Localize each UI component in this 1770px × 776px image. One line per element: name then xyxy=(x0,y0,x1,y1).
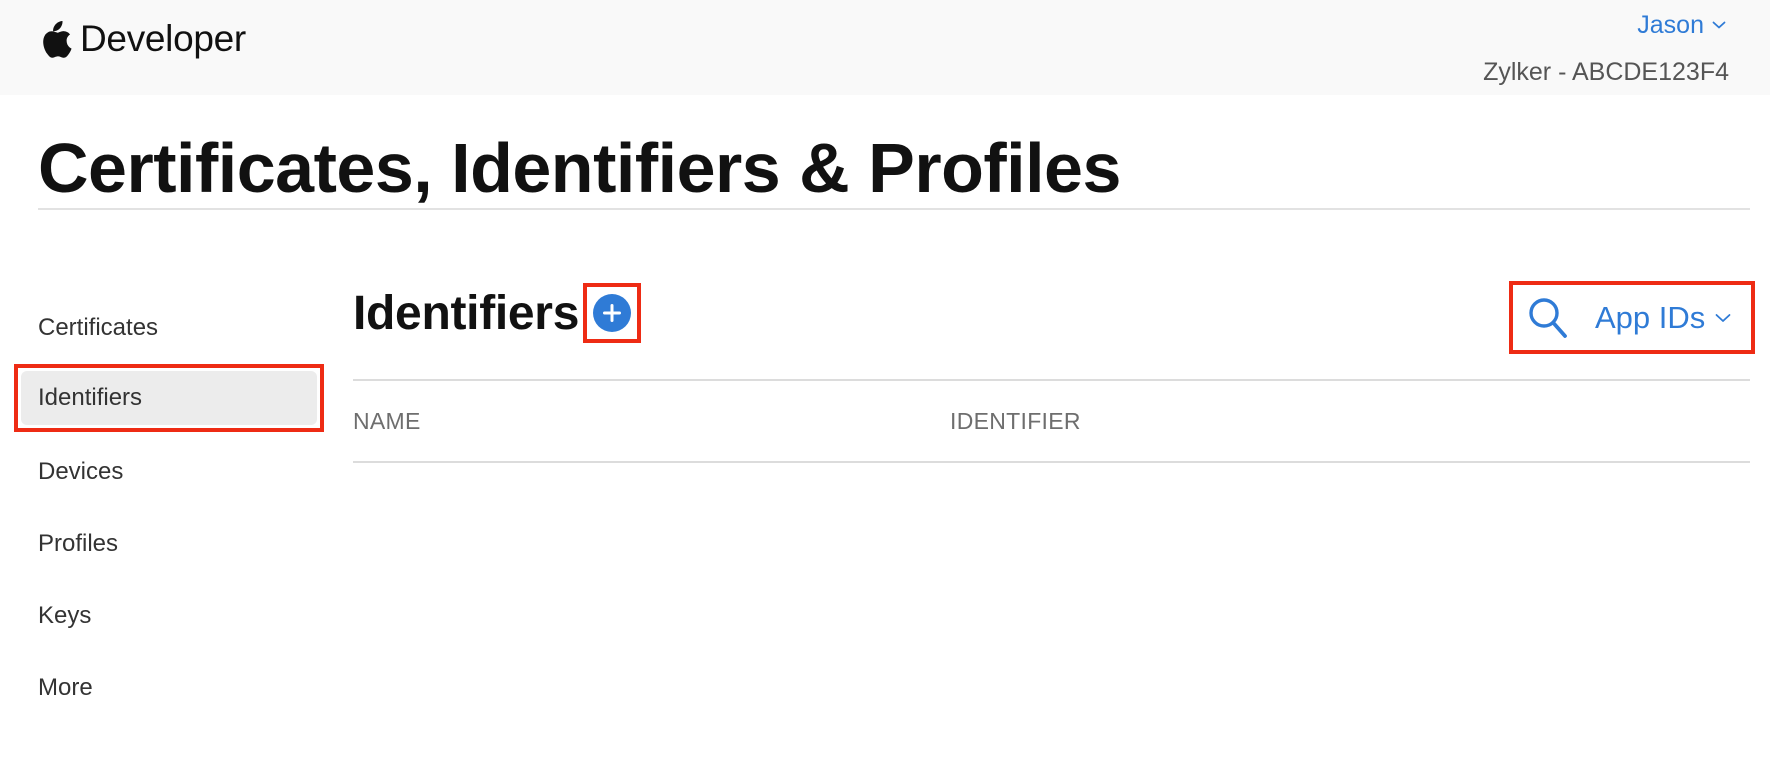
search-icon[interactable] xyxy=(1527,296,1569,340)
add-identifier-button[interactable] xyxy=(593,294,632,332)
plus-circle-icon xyxy=(603,304,622,322)
sidebar-item-certificates[interactable]: Certificates xyxy=(14,292,324,364)
page-title: Certificates, Identifiers & Profiles xyxy=(38,129,1121,207)
chevron-down-icon xyxy=(1712,21,1726,29)
team-name: Zylker - ABCDE123F4 xyxy=(1483,58,1729,86)
identifier-type-select[interactable]: App IDs xyxy=(1595,300,1731,336)
account-menu: Jason Zylker - ABCDE123F4 xyxy=(1483,10,1729,87)
column-header-name[interactable]: NAME xyxy=(353,408,950,435)
identifier-type-value: App IDs xyxy=(1595,299,1706,335)
sidebar-item-identifiers[interactable]: Identifiers xyxy=(14,364,324,432)
section-title: Identifiers xyxy=(353,286,580,340)
sidebar-item-label: Keys xyxy=(38,602,92,629)
filter-controls: App IDs xyxy=(1509,281,1755,354)
brand-link[interactable]: Developer xyxy=(38,18,246,60)
top-bar: Developer Jason Zylker - ABCDE123F4 xyxy=(0,0,1770,95)
sidebar-item-label: Devices xyxy=(38,458,124,485)
chevron-down-icon xyxy=(1715,313,1731,322)
table-header: NAME IDENTIFIER xyxy=(353,381,1750,461)
sidebar-item-more[interactable]: More xyxy=(14,652,324,724)
add-identifier-highlight xyxy=(583,283,642,343)
title-divider xyxy=(38,208,1750,210)
apple-logo-icon xyxy=(43,21,72,58)
sidebar-item-devices[interactable]: Devices xyxy=(14,436,324,508)
table-header-divider xyxy=(353,461,1750,463)
sidebar-item-keys[interactable]: Keys xyxy=(14,580,324,652)
sidebar-item-label: Certificates xyxy=(38,314,159,341)
sidebar-item-profiles[interactable]: Profiles xyxy=(14,508,324,580)
sidebar-item-label: Profiles xyxy=(38,530,119,557)
sidebar-item-label: Identifiers xyxy=(38,384,143,411)
brand-title: Developer xyxy=(80,18,246,59)
column-header-identifier[interactable]: IDENTIFIER xyxy=(950,408,1081,435)
sidebar-item-label: More xyxy=(38,674,93,701)
section-header: Identifiers xyxy=(353,283,642,343)
user-menu-button[interactable]: Jason xyxy=(1483,10,1726,40)
sidebar-nav: Certificates Identifiers Devices Profile… xyxy=(14,292,324,724)
user-name: Jason xyxy=(1637,10,1704,39)
